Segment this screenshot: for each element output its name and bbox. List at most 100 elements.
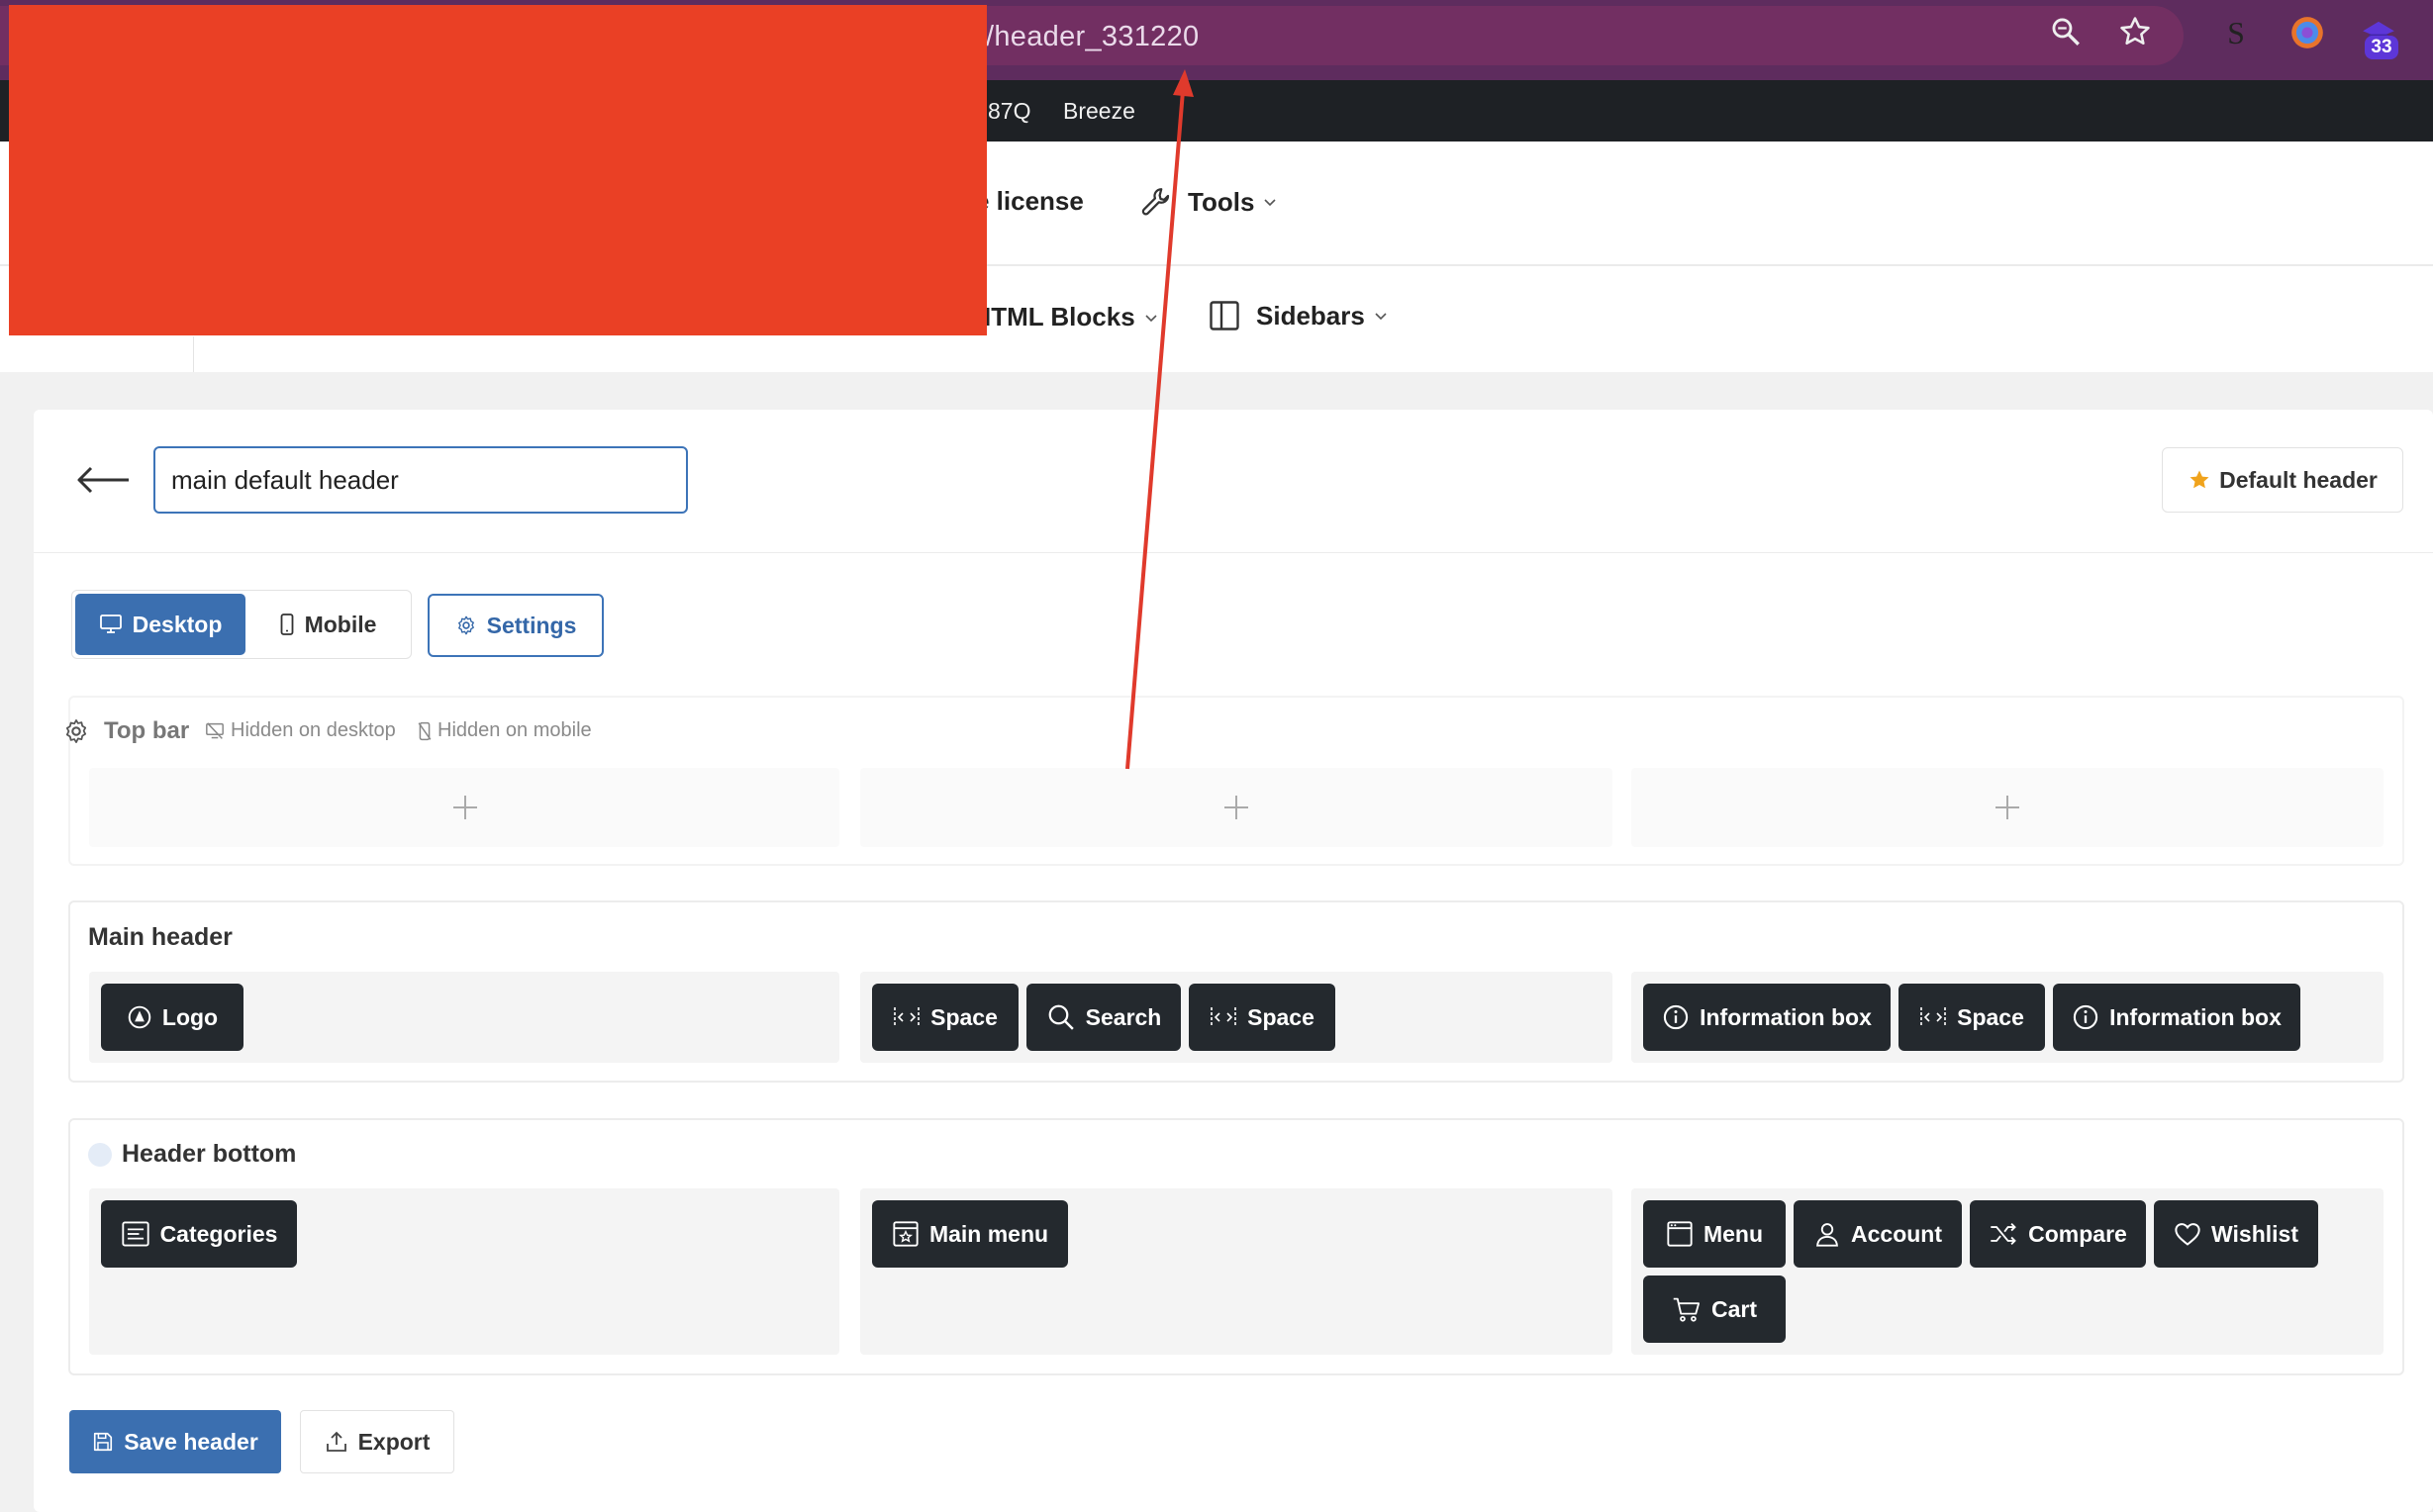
nav-item-license[interactable]: e license [975,186,1084,217]
info-icon [2073,1004,2098,1030]
logo-element[interactable]: Logo [101,984,243,1051]
wishlist-label: Wishlist [2211,1220,2298,1247]
account-label: Account [1851,1220,1942,1247]
nav-item-label: Sidebars [1256,300,1365,331]
svg-text:S: S [2227,16,2245,50]
chevron-down-icon [1375,313,1387,321]
main-menu-element[interactable]: Main menu [872,1200,1068,1268]
space-icon [1920,1007,1946,1027]
compare-element[interactable]: Compare [1970,1200,2146,1268]
status-dot [88,1142,112,1167]
space-element-label: Space [930,1003,998,1030]
nav-divider [193,336,194,372]
gear-icon [457,615,474,635]
mobile-hidden-icon [418,721,432,740]
hidden-on-desktop-label: Hidden on desktop [231,719,396,741]
extension-globe-icon[interactable] [2288,14,2326,51]
mobile-tab[interactable]: Mobile [248,594,407,655]
bookmark-star-icon[interactable] [2118,15,2152,48]
sidebar-icon [1210,301,1239,331]
nav-item-label: e license [975,186,1084,216]
space-element-label: Space [1957,1003,2024,1030]
add-element-plus-icon[interactable] [1993,793,2022,822]
bookmark-item[interactable]: Breeze [1063,98,1135,125]
info-icon [1663,1004,1689,1030]
top-bar-title-label: Top bar [104,717,190,744]
save-header-label: Save header [124,1428,258,1455]
information-box-label: Information box [1700,1003,1872,1030]
add-element-plus-icon[interactable] [1221,793,1251,822]
account-element[interactable]: Account [1794,1200,1962,1268]
information-box-element[interactable]: Information box [2053,984,2300,1051]
categories-label: Categories [159,1220,278,1247]
header-bottom-title[interactable]: Header bottom [88,1140,296,1169]
space-element[interactable]: Space [1189,984,1335,1051]
save-header-button[interactable]: Save header [69,1410,281,1473]
nav-item-label: ITML Blocks [984,302,1135,331]
add-element-plus-icon[interactable] [450,793,480,822]
nav-item-html-blocks[interactable]: ITML Blocks [984,302,1159,332]
desktop-tab-label: Desktop [132,611,223,637]
compare-label: Compare [2028,1220,2127,1247]
menu-element[interactable]: Menu [1643,1200,1786,1268]
row-settings-gear-icon[interactable] [62,717,90,745]
categories-element[interactable]: Categories [101,1200,297,1268]
compare-icon [1991,1222,2016,1246]
logo-icon [128,1005,151,1029]
extension-s-icon[interactable]: S [2217,14,2255,51]
chevron-down-icon [1264,199,1276,207]
main-menu-icon [893,1221,919,1247]
redaction-block [9,5,987,335]
nav-item-label: Tools [1188,186,1255,217]
search-icon [1048,1004,1074,1030]
nav-item-sidebars[interactable]: Sidebars [1207,298,1389,333]
space-icon [894,1007,920,1027]
export-button[interactable]: Export [300,1410,454,1473]
categories-icon [121,1221,149,1247]
information-box-label: Information box [2109,1003,2282,1030]
chevron-down-icon [1145,314,1157,322]
export-label: Export [357,1428,431,1455]
space-element-label: Space [1247,1003,1314,1030]
panel-divider [34,552,2433,553]
wishlist-element[interactable]: Wishlist [2154,1200,2318,1268]
zoom-icon[interactable] [2049,15,2083,48]
hidden-on-desktop-note: Hidden on desktop [205,719,396,742]
menu-label: Menu [1703,1220,1764,1247]
hidden-on-mobile-label: Hidden on mobile [438,719,592,741]
cart-element[interactable]: Cart [1643,1276,1786,1343]
logo-element-label: Logo [161,1003,219,1030]
desktop-tab[interactable]: Desktop [75,594,245,655]
information-box-element[interactable]: Information box [1643,984,1891,1051]
heart-icon [2175,1223,2200,1246]
main-header-title[interactable]: Main header [88,923,233,952]
desktop-hidden-icon [206,721,224,739]
mobile-tab-label: Mobile [304,611,377,637]
cart-icon [1673,1297,1701,1322]
space-icon [1211,1007,1236,1027]
default-header-label: Default header [2219,466,2378,493]
search-element-label: Search [1085,1003,1162,1030]
cart-label: Cart [1710,1295,1757,1322]
device-switch: Desktop Mobile [71,590,412,659]
upload-icon [326,1431,346,1452]
header-name-input[interactable] [153,446,688,514]
settings-button[interactable]: Settings [428,594,604,657]
default-header-button[interactable]: Default header [2162,447,2403,513]
menu-icon [1667,1221,1693,1247]
space-element[interactable]: Space [1898,984,2045,1051]
header-bottom-title-label: Header bottom [122,1140,297,1168]
bookmark-item[interactable]: 87Q [988,98,1030,125]
settings-label: Settings [486,612,577,638]
url-text: /header_331220 [986,21,1200,52]
wrench-icon [1141,188,1170,216]
desktop-icon [99,614,122,633]
back-arrow-icon[interactable] [75,465,131,495]
main-menu-label: Main menu [928,1220,1049,1247]
hidden-on-mobile-note: Hidden on mobile [418,719,592,742]
space-element[interactable]: Space [872,984,1019,1051]
extension-badge: 33 [2365,36,2398,59]
search-element[interactable]: Search [1026,984,1181,1051]
top-bar-title[interactable]: Top bar [62,717,189,745]
nav-item-tools[interactable]: Tools [1138,184,1278,220]
